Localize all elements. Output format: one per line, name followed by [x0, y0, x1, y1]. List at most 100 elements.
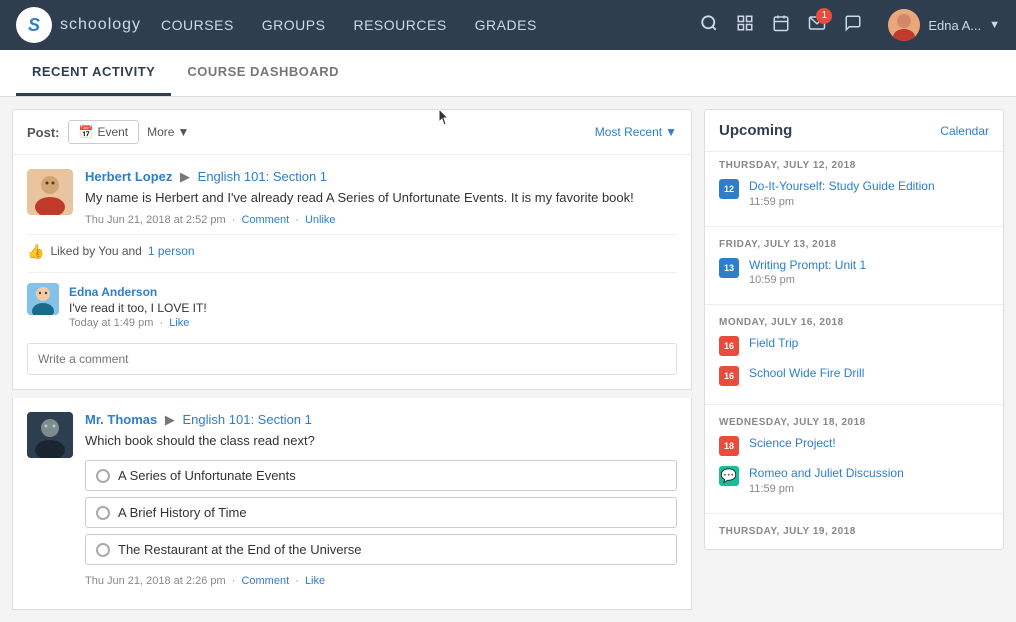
event-info-2: Writing Prompt: Unit 1 10:59 pm	[749, 258, 989, 287]
radio-3[interactable]	[96, 543, 110, 557]
post-1-text: My name is Herbert and I've already read…	[85, 188, 677, 208]
date-section-5: THURSDAY, JULY 19, 2018	[705, 518, 1003, 549]
nav-groups[interactable]: GROUPS	[262, 17, 326, 33]
calendar-link[interactable]: Calendar	[940, 124, 989, 138]
divider-3	[705, 404, 1003, 405]
nav-courses[interactable]: COURSES	[161, 17, 234, 33]
post-label: Post:	[27, 125, 60, 140]
radio-1[interactable]	[96, 469, 110, 483]
avatar	[888, 9, 920, 41]
calendar-small-icon: 📅	[79, 125, 94, 139]
post-2-author[interactable]: Mr. Thomas	[85, 412, 157, 427]
comment-item: Edna Anderson I've read it too, I LOVE I…	[27, 283, 677, 329]
date-section-2: FRIDAY, JULY 13, 2018 13 Writing Prompt:…	[705, 231, 1003, 301]
top-navigation: S schoology COURSES GROUPS RESOURCES GRA…	[0, 0, 1016, 50]
event-item-4a: 18 Science Project!	[719, 436, 989, 456]
search-icon[interactable]	[700, 14, 718, 37]
sidebar: Upcoming Calendar THURSDAY, JULY 12, 201…	[704, 109, 1004, 610]
chevron-down-icon: ▼	[989, 19, 1000, 31]
event-time-1: 11:59 pm	[749, 196, 989, 208]
likes-area: 👍 Liked by You and 1 person	[27, 234, 677, 268]
post-2-course[interactable]: English 101: Section 1	[183, 412, 312, 427]
date-section-4: WEDNESDAY, JULY 18, 2018 18 Science Proj…	[705, 409, 1003, 509]
event-name-2[interactable]: Writing Prompt: Unit 1	[749, 258, 989, 274]
poll-option-1[interactable]: A Series of Unfortunate Events	[85, 460, 677, 491]
event-icon-3b: 16	[719, 366, 739, 386]
upcoming-card: Upcoming Calendar THURSDAY, JULY 12, 201…	[704, 109, 1004, 550]
post-2-like-link[interactable]: Like	[305, 575, 325, 587]
post-event-button[interactable]: 📅 Event	[68, 120, 140, 144]
post-1-author[interactable]: Herbert Lopez	[85, 169, 172, 184]
event-icon-1: 12	[719, 179, 739, 199]
tabs-bar: RECENT ACTIVITY COURSE DASHBOARD	[0, 50, 1016, 97]
nav-grades[interactable]: GRADES	[475, 17, 537, 33]
post-1-time: Thu Jun 21, 2018 at 2:52 pm · Comment · …	[85, 214, 677, 226]
post-more-button[interactable]: More ▼	[147, 125, 189, 139]
event-info-3a: Field Trip	[749, 336, 989, 352]
event-info-3b: School Wide Fire Drill	[749, 366, 989, 382]
nav-links: COURSES GROUPS RESOURCES GRADES	[161, 17, 700, 33]
event-icon-2: 13	[719, 258, 739, 278]
calendar-icon[interactable]	[772, 14, 790, 37]
event-name-4b[interactable]: Romeo and Juliet Discussion	[749, 466, 989, 482]
post-1-unlike-link[interactable]: Unlike	[305, 214, 336, 226]
post-1-comment-link[interactable]: Comment	[241, 214, 289, 226]
post-2-top: Mr. Thomas ▶ English 101: Section 1 Whic…	[27, 412, 677, 588]
comment-text: I've read it too, I LOVE IT!	[69, 301, 677, 315]
poll-option-3[interactable]: The Restaurant at the End of the Univers…	[85, 534, 677, 565]
apps-icon[interactable]	[736, 14, 754, 37]
event-item-4b: 💬 Romeo and Juliet Discussion 11:59 pm	[719, 466, 989, 495]
nav-resources[interactable]: RESOURCES	[353, 17, 446, 33]
post-2-avatar	[27, 412, 73, 458]
post-2-question: Which book should the class read next?	[85, 431, 677, 451]
radio-2[interactable]	[96, 506, 110, 520]
post-card-1: Herbert Lopez ▶ English 101: Section 1 M…	[12, 155, 692, 390]
tab-recent-activity[interactable]: RECENT ACTIVITY	[16, 50, 171, 96]
event-icon-3a: 16	[719, 336, 739, 356]
event-time-4b: 11:59 pm	[749, 483, 989, 495]
date-label-2: FRIDAY, JULY 13, 2018	[719, 239, 989, 250]
comment-section: Edna Anderson I've read it too, I LOVE I…	[27, 272, 677, 375]
post-1-author-line: Herbert Lopez ▶ English 101: Section 1	[85, 169, 677, 185]
date-section-3: MONDAY, JULY 16, 2018 16 Field Trip 16 S…	[705, 309, 1003, 400]
mail-icon[interactable]: 1	[808, 14, 826, 37]
comment-author[interactable]: Edna Anderson	[69, 285, 157, 299]
poll-options: A Series of Unfortunate Events A Brief H…	[85, 460, 677, 565]
chevron-down-icon: ▼	[665, 125, 677, 139]
event-name-4a[interactable]: Science Project!	[749, 436, 989, 452]
date-label-4: WEDNESDAY, JULY 18, 2018	[719, 417, 989, 428]
sidebar-header: Upcoming Calendar	[705, 110, 1003, 152]
post-1-course[interactable]: English 101: Section 1	[198, 169, 327, 184]
poll-option-2[interactable]: A Brief History of Time	[85, 497, 677, 528]
event-item-1: 12 Do-It-Yourself: Study Guide Edition 1…	[719, 179, 989, 208]
date-section-1: THURSDAY, JULY 12, 2018 12 Do-It-Yoursel…	[705, 152, 1003, 222]
user-menu[interactable]: Edna A... ▼	[888, 9, 1000, 41]
feed-area: Post: 📅 Event More ▼ Most Recent ▼	[12, 109, 692, 610]
event-name-3a[interactable]: Field Trip	[749, 336, 989, 352]
comment-avatar	[27, 283, 59, 315]
logo-icon: S	[16, 7, 52, 43]
comment-like-link[interactable]: Like	[169, 317, 189, 329]
comment-body: Edna Anderson I've read it too, I LOVE I…	[69, 283, 677, 329]
divider-4	[705, 513, 1003, 514]
sort-button[interactable]: Most Recent ▼	[595, 125, 677, 139]
tab-course-dashboard[interactable]: COURSE DASHBOARD	[171, 50, 355, 96]
event-name-3b[interactable]: School Wide Fire Drill	[749, 366, 989, 382]
likes-link[interactable]: 1 person	[148, 244, 195, 258]
post-1-meta: Herbert Lopez ▶ English 101: Section 1 M…	[85, 169, 677, 226]
event-item-3b: 16 School Wide Fire Drill	[719, 366, 989, 386]
event-icon-4a: 18	[719, 436, 739, 456]
sidebar-title: Upcoming	[719, 122, 792, 139]
chat-icon[interactable]	[844, 14, 862, 37]
post-2-comment-link[interactable]: Comment	[241, 575, 289, 587]
mail-badge: 1	[816, 8, 832, 24]
event-item-2: 13 Writing Prompt: Unit 1 10:59 pm	[719, 258, 989, 287]
feed-header: Post: 📅 Event More ▼ Most Recent ▼	[12, 109, 692, 155]
date-label-1: THURSDAY, JULY 12, 2018	[719, 160, 989, 171]
post-2-meta: Mr. Thomas ▶ English 101: Section 1 Whic…	[85, 412, 677, 588]
event-name-1[interactable]: Do-It-Yourself: Study Guide Edition	[749, 179, 989, 195]
date-label-3: MONDAY, JULY 16, 2018	[719, 317, 989, 328]
chevron-down-icon: ▼	[177, 125, 189, 139]
comment-input[interactable]	[27, 343, 677, 375]
logo-area[interactable]: S schoology	[16, 7, 141, 43]
